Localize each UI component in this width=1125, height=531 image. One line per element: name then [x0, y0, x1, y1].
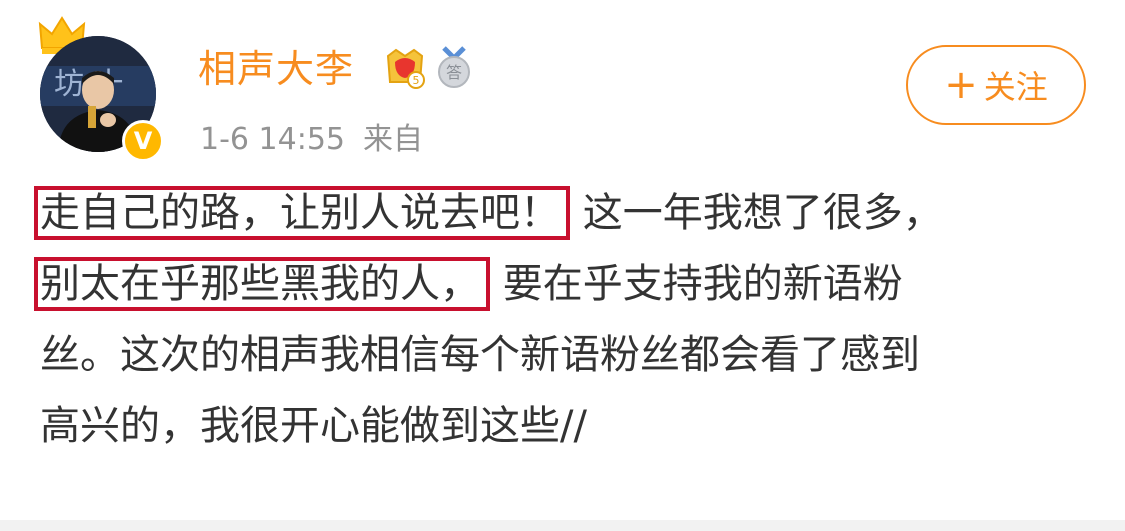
post-text: 丝。这次的相声我相信每个新语粉丝都会看了感到 [40, 332, 920, 378]
post-line: 丝。这次的相声我相信每个新语粉丝都会看了感到 [40, 320, 1080, 391]
verified-badge: V [122, 120, 164, 162]
bottom-divider [0, 520, 1125, 531]
follow-button[interactable]: + 关注 [906, 45, 1086, 125]
post-content: 走自己的路，让别人说去吧！ 这一年我想了很多， 别太在乎那些黑我的人， 要在乎支… [34, 178, 1080, 462]
answer-medal-icon[interactable]: 答 [434, 46, 474, 90]
follow-label: 关注 [983, 68, 1048, 106]
highlighted-phrase: 走自己的路，让别人说去吧！ [34, 186, 570, 240]
post-line: 高兴的，我很开心能做到这些// [40, 391, 1080, 462]
post-text: 要在乎支持我的新语粉 [502, 261, 903, 307]
post-text: 高兴的，我很开心能做到这些// [40, 403, 587, 449]
post-meta: 1-6 14:55 来自 [200, 114, 423, 158]
svg-text:答: 答 [446, 63, 462, 82]
vip-level-icon[interactable]: 5 [384, 46, 426, 90]
user-badges: 5 答 [384, 46, 474, 90]
highlighted-phrase: 别太在乎那些黑我的人， [34, 257, 490, 311]
post-text: 这一年我想了很多， [582, 190, 943, 236]
post-source[interactable]: 来自 [363, 122, 423, 157]
username[interactable]: 相声大李 [198, 40, 354, 98]
post-line: 别太在乎那些黑我的人， 要在乎支持我的新语粉 [34, 249, 1080, 320]
avatar-container[interactable]: 坊 十 V [36, 14, 164, 162]
plus-icon: + [944, 62, 978, 108]
post-line: 走自己的路，让别人说去吧！ 这一年我想了很多， [34, 178, 1080, 249]
post-time: 1-6 14:55 [200, 122, 345, 157]
svg-text:5: 5 [413, 74, 420, 87]
